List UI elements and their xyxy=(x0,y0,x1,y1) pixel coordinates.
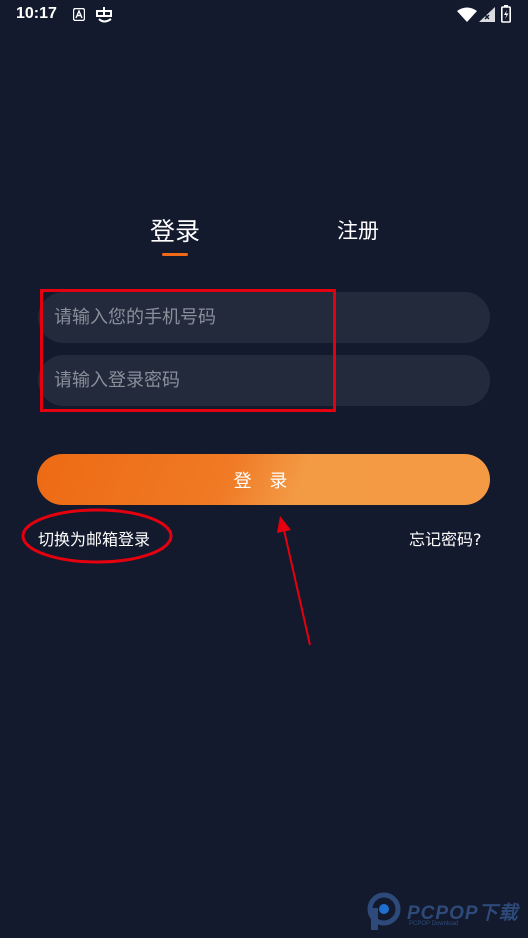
status-bar: 10:17 xyxy=(0,0,528,32)
watermark-subtext: PCPOP Download xyxy=(409,921,459,927)
a-icon xyxy=(73,8,85,21)
carrier-glyph-icon xyxy=(96,7,112,23)
switch-email-login-link[interactable]: 切换为邮箱登录 xyxy=(38,526,150,550)
login-button[interactable]: 登 录 xyxy=(37,454,490,505)
wifi-icon xyxy=(457,7,477,22)
tab-login[interactable]: 登录 xyxy=(150,212,200,248)
watermark-logo-icon xyxy=(367,892,401,930)
forgot-password-link[interactable]: 忘记密码? xyxy=(409,526,482,550)
watermark: PCPOP下载 PCPOP Download xyxy=(367,890,527,936)
annotation-arrow-head xyxy=(277,516,291,533)
battery-charging-icon xyxy=(501,5,511,23)
active-tab-indicator xyxy=(162,253,188,256)
annotation-arrow-line xyxy=(283,529,311,646)
status-time: 10:17 xyxy=(16,5,57,22)
signal-icon xyxy=(479,7,495,22)
annotation-highlight-box xyxy=(40,289,336,412)
tab-register[interactable]: 注册 xyxy=(337,215,379,245)
